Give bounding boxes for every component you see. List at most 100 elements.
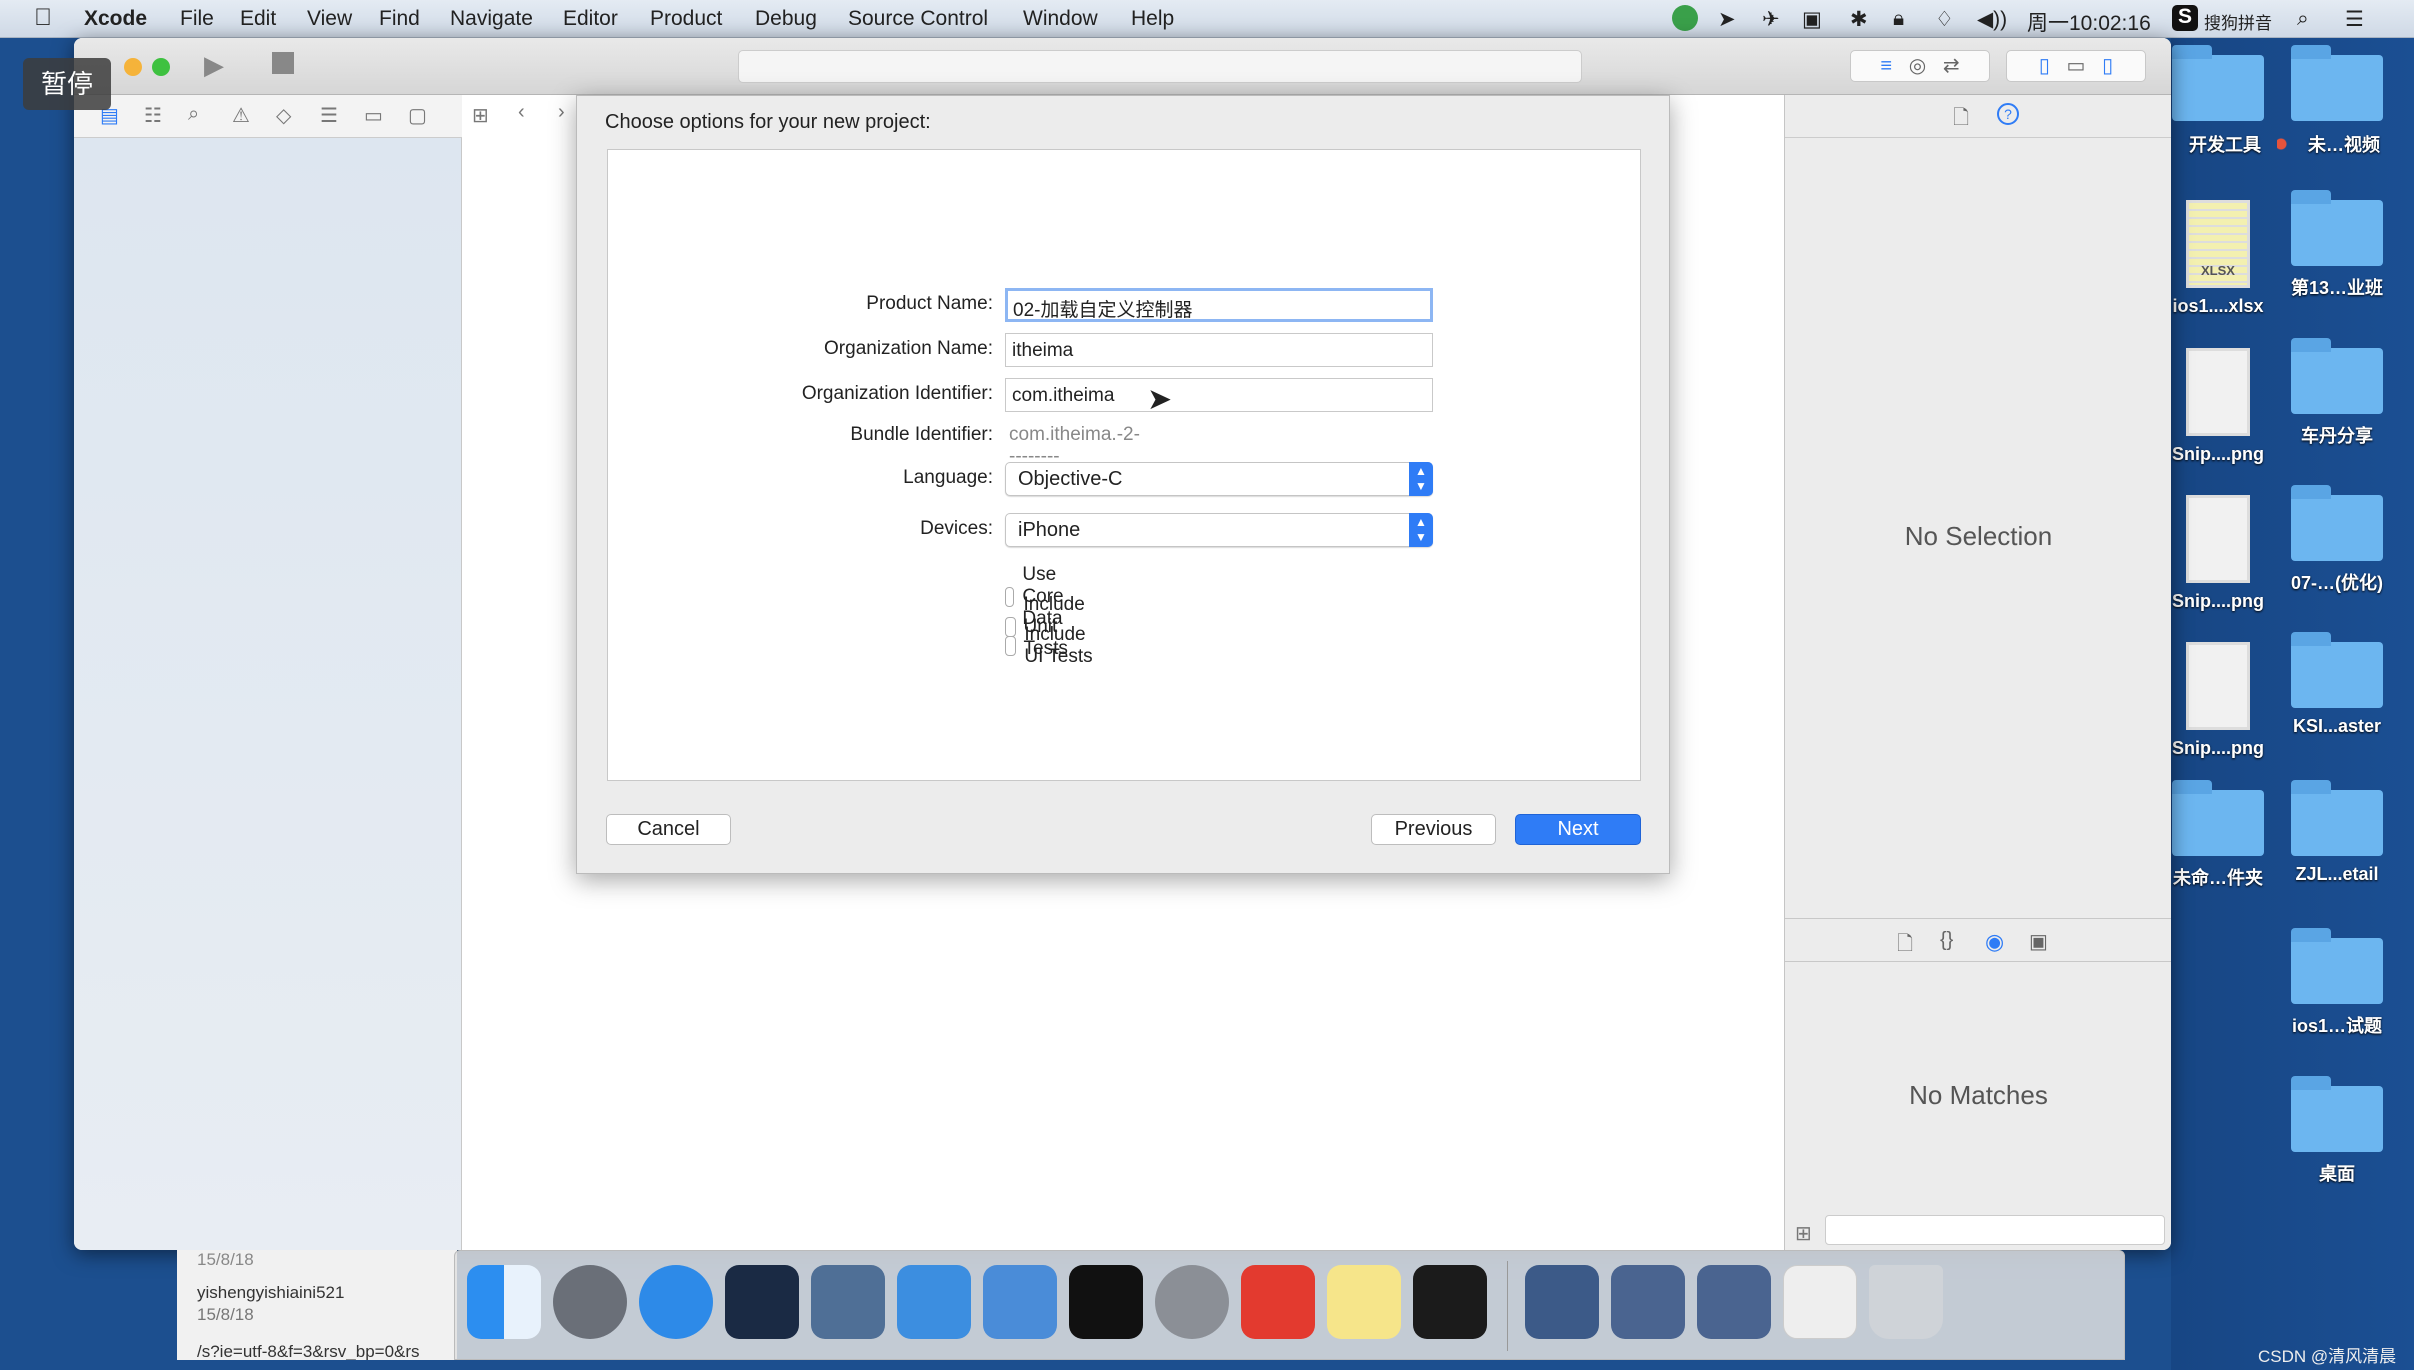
system-preferences-icon[interactable] <box>1155 1265 1229 1339</box>
code-snippet-icon[interactable]: {} <box>1940 929 1953 952</box>
mouse-app-icon[interactable] <box>725 1265 799 1339</box>
desktop-item[interactable]: 第13…业班 <box>2277 190 2397 300</box>
menu-file[interactable]: File <box>180 7 214 31</box>
test-navigator-icon[interactable]: ◇ <box>276 103 291 128</box>
symbol-navigator-icon[interactable]: ☷ <box>144 103 162 128</box>
find-navigator-icon[interactable]: ⌕ <box>188 103 199 126</box>
launchpad-icon[interactable] <box>553 1265 627 1339</box>
screen-share-icon[interactable] <box>1697 1265 1771 1339</box>
editor-mode-control[interactable]: ≡ ◎ ⇄ <box>1850 50 1990 82</box>
menu-xcode[interactable]: Xcode <box>84 7 147 31</box>
desktop-item[interactable]: KSI...aster <box>2277 632 2397 737</box>
list-item-name[interactable]: yishengyishiaini521 <box>197 1283 344 1303</box>
terminal-icon[interactable] <box>1069 1265 1143 1339</box>
lock-icon[interactable]: 🔒︎ <box>1893 7 1904 31</box>
debug-toggle-icon[interactable]: ▭ <box>2067 55 2086 77</box>
menu-edit[interactable]: Edit <box>240 7 276 31</box>
desktop-item[interactable]: 07-…(优化) <box>2277 485 2397 595</box>
instruments-icon[interactable] <box>983 1265 1057 1339</box>
desktop-item[interactable]: 未命…件夹 <box>2158 780 2278 890</box>
zoom-button[interactable] <box>152 58 170 76</box>
apple-menu-icon[interactable]:  <box>34 4 52 32</box>
grid-view-icon[interactable]: ⊞ <box>1795 1221 1812 1246</box>
desktop-item[interactable]: XLSX ios1....xlsx <box>2158 200 2278 317</box>
related-items-icon[interactable]: ⊞ <box>472 103 489 128</box>
notes-icon[interactable] <box>1327 1265 1401 1339</box>
notification-center-icon[interactable]: ☰ <box>2345 7 2364 32</box>
volume-icon[interactable]: ◀)) <box>1977 7 2007 32</box>
debug-navigator-icon[interactable]: ☰ <box>320 103 338 128</box>
menu-navigate[interactable]: Navigate <box>450 7 533 31</box>
minimize-button[interactable] <box>124 58 142 76</box>
camera-icon[interactable]: ▣ <box>1802 7 1822 32</box>
menu-editor[interactable]: Editor <box>563 7 618 31</box>
safari-icon[interactable] <box>639 1265 713 1339</box>
next-button[interactable]: Next <box>1515 814 1641 845</box>
trash-icon[interactable] <box>1869 1265 1943 1339</box>
version-editor-icon[interactable]: ⇄ <box>1943 55 1960 77</box>
menu-help[interactable]: Help <box>1131 7 1174 31</box>
desktop-item[interactable]: ZJL...etail <box>2277 780 2397 885</box>
xmind-icon[interactable] <box>1241 1265 1315 1339</box>
back-icon[interactable]: ‹ <box>518 101 525 124</box>
desktop-item[interactable]: Snip....png <box>2158 495 2278 612</box>
devices-select[interactable]: iPhone ▲ ▼ <box>1005 513 1433 547</box>
cancel-button[interactable]: Cancel <box>606 814 731 845</box>
file-inspector-icon[interactable]: 🗋︎ <box>1953 103 1969 137</box>
view-control[interactable]: ▯ ▭ ▯ <box>2006 50 2146 82</box>
pause-badge[interactable]: 暂停 <box>23 58 111 110</box>
forward-icon[interactable]: › <box>558 101 565 124</box>
desktop-item[interactable]: ios1…试题 <box>2277 928 2397 1038</box>
sogou-icon[interactable]: S <box>2172 5 2198 31</box>
imovie-icon[interactable] <box>811 1265 885 1339</box>
menu-product[interactable]: Product <box>650 7 722 31</box>
input-method[interactable]: 搜狗拼音 <box>2204 9 2272 34</box>
console-icon[interactable] <box>1413 1265 1487 1339</box>
screen-share-icon[interactable] <box>1611 1265 1685 1339</box>
clock[interactable]: 周一10:02:16 <box>2027 7 2151 37</box>
breakpoint-navigator-icon[interactable]: ▭ <box>364 103 383 128</box>
menu-find[interactable]: Find <box>379 7 420 31</box>
list-item-url[interactable]: /s?ie=utf-8&f=3&rsv_bp=0&rs <box>197 1342 420 1360</box>
library-filter-input[interactable] <box>1825 1215 2165 1245</box>
desktop-item[interactable]: 车丹分享 <box>2277 338 2397 448</box>
desktop-item[interactable]: 桌面 <box>2277 1076 2397 1186</box>
file-template-icon[interactable]: 🗋︎ <box>1897 929 1913 963</box>
recorder-icon[interactable] <box>1672 5 1698 31</box>
stop-icon[interactable] <box>272 52 294 74</box>
utilities-toggle-icon[interactable]: ▯ <box>2102 55 2113 77</box>
document-stack-icon[interactable] <box>1783 1265 1857 1339</box>
run-icon[interactable]: ▶ <box>204 50 224 81</box>
finder-icon[interactable] <box>467 1265 541 1339</box>
menu-view[interactable]: View <box>307 7 352 31</box>
issue-navigator-icon[interactable]: ⚠ <box>232 103 250 128</box>
location-icon[interactable]: ➤ <box>1718 7 1736 32</box>
standard-editor-icon[interactable]: ≡ <box>1880 55 1892 77</box>
include-ui-tests-checkbox[interactable]: Include UI Tests <box>1005 624 1094 668</box>
xcode-icon[interactable] <box>897 1265 971 1339</box>
spotlight-icon[interactable]: ⌕ <box>2297 7 2309 31</box>
desktop-item[interactable]: 未…视频 <box>2277 45 2397 157</box>
menu-debug[interactable]: Debug <box>755 7 817 31</box>
org-name-input[interactable]: itheima <box>1005 333 1433 367</box>
menu-window[interactable]: Window <box>1023 7 1098 31</box>
navigator-toggle-icon[interactable]: ▯ <box>2039 55 2050 77</box>
menu-source-control[interactable]: Source Control <box>848 7 988 31</box>
language-select[interactable]: Objective-C ▲ ▼ <box>1005 462 1433 496</box>
desktop-item[interactable]: Snip....png <box>2158 642 2278 759</box>
object-library-icon[interactable]: ◉ <box>1985 929 2004 955</box>
checkbox-box[interactable] <box>1005 636 1017 656</box>
quick-help-icon[interactable]: ? <box>1997 103 2019 125</box>
wifi-icon[interactable]: ♢ <box>1935 7 1954 32</box>
report-navigator-icon[interactable]: ▢ <box>408 103 427 128</box>
media-library-icon[interactable]: ▣ <box>2029 929 2048 954</box>
screen-share-icon[interactable] <box>1525 1265 1599 1339</box>
org-id-input[interactable]: com.itheima <box>1005 378 1433 412</box>
previous-button[interactable]: Previous <box>1371 814 1496 845</box>
bluetooth-icon[interactable]: ✱ <box>1850 7 1868 32</box>
desktop-item[interactable]: 开发工具 <box>2158 45 2278 157</box>
assistant-editor-icon[interactable]: ◎ <box>1909 55 1926 77</box>
product-name-input[interactable]: 02-加载自定义控制器 <box>1005 288 1433 322</box>
desktop-item[interactable]: Snip....png <box>2158 348 2278 465</box>
airplane-icon[interactable]: ✈ <box>1762 7 1780 32</box>
